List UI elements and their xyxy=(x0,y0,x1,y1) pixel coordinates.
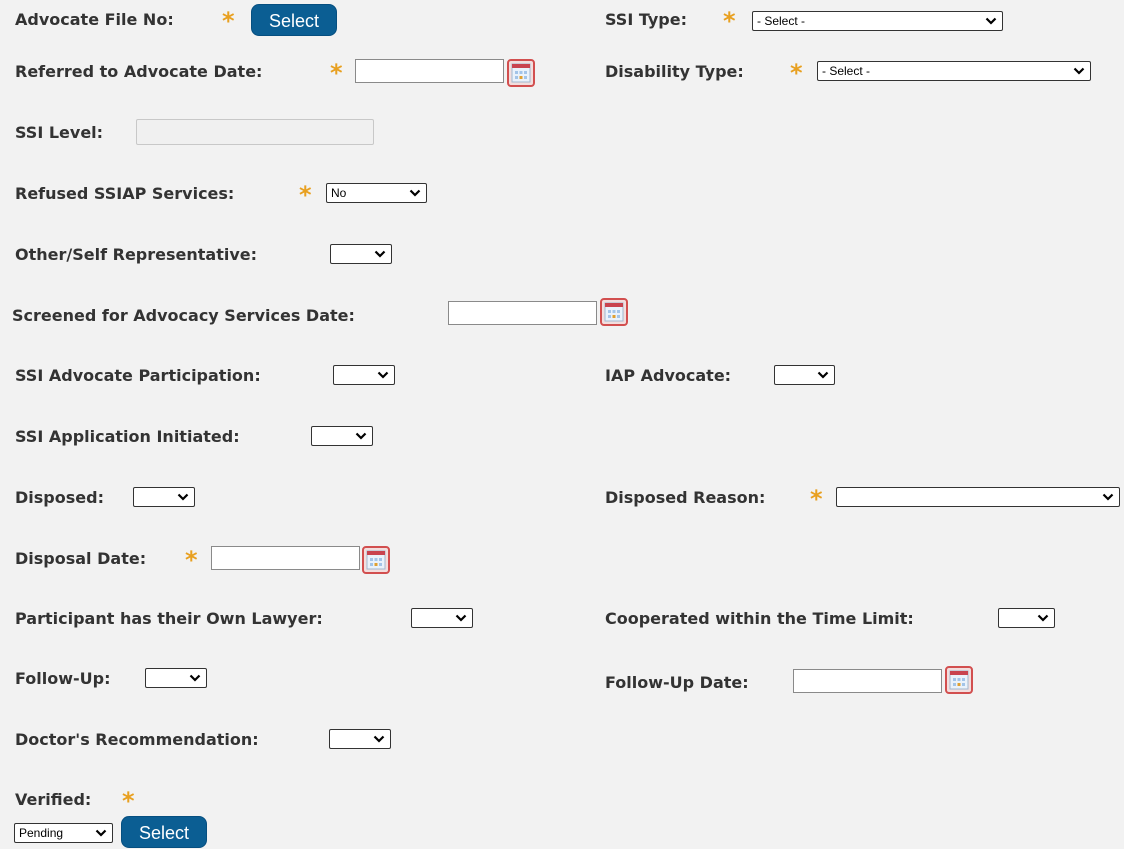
application-initiated-select[interactable] xyxy=(311,426,373,446)
disposed-label: Disposed: xyxy=(15,488,104,507)
chevron-down-icon xyxy=(817,371,829,379)
disposal-date-input[interactable] xyxy=(211,546,360,570)
referred-date-label: Referred to Advocate Date: xyxy=(15,62,263,81)
disposed-reason-label: Disposed Reason: xyxy=(605,488,766,507)
calendar-icon[interactable] xyxy=(600,298,628,326)
screened-date-label: Screened for Advocacy Services Date: xyxy=(12,306,355,325)
chevron-down-icon xyxy=(377,371,389,379)
ssi-type-select[interactable]: - Select - xyxy=(752,11,1003,31)
required-asterisk: * xyxy=(810,485,823,513)
disposed-reason-select[interactable] xyxy=(836,487,1120,507)
cooperated-label: Cooperated within the Time Limit: xyxy=(605,609,914,628)
required-asterisk: * xyxy=(222,7,235,35)
disability-type-value: - Select - xyxy=(822,64,871,78)
refused-services-label: Refused SSIAP Services: xyxy=(15,184,235,203)
disability-type-label: Disability Type: xyxy=(605,62,744,81)
required-asterisk: * xyxy=(185,546,198,574)
disposed-select[interactable] xyxy=(133,487,195,507)
follow-up-date-input[interactable] xyxy=(793,669,942,693)
follow-up-date-label: Follow-Up Date: xyxy=(605,673,749,692)
chevron-down-icon xyxy=(1102,493,1114,501)
doctor-rec-label: Doctor's Recommendation: xyxy=(15,730,259,749)
calendar-icon[interactable] xyxy=(362,546,390,574)
follow-up-label: Follow-Up: xyxy=(15,669,111,688)
iap-advocate-label: IAP Advocate: xyxy=(605,366,732,385)
own-lawyer-label: Participant has their Own Lawyer: xyxy=(15,609,323,628)
verified-label: Verified: xyxy=(15,790,92,809)
other-self-rep-select[interactable] xyxy=(330,244,392,264)
calendar-icon[interactable] xyxy=(945,666,973,694)
chevron-down-icon xyxy=(95,829,107,837)
disability-type-select[interactable]: - Select - xyxy=(817,61,1091,81)
ssi-type-label: SSI Type: xyxy=(605,10,687,29)
chevron-down-icon xyxy=(409,189,421,197)
chevron-down-icon xyxy=(189,674,201,682)
chevron-down-icon xyxy=(177,493,189,501)
required-asterisk: * xyxy=(790,59,803,87)
verified-value: Pending xyxy=(19,826,64,840)
chevron-down-icon xyxy=(455,614,467,622)
own-lawyer-select[interactable] xyxy=(411,608,473,628)
ssi-type-value: - Select - xyxy=(757,14,806,28)
refused-services-value: No xyxy=(331,186,347,200)
application-initiated-label: SSI Application Initiated: xyxy=(15,427,240,446)
disposal-date-label: Disposal Date: xyxy=(15,549,147,568)
ssi-level-label: SSI Level: xyxy=(15,123,104,142)
chevron-down-icon xyxy=(1037,614,1049,622)
required-asterisk: * xyxy=(122,787,135,815)
chevron-down-icon xyxy=(374,250,386,258)
verified-select[interactable]: Pending xyxy=(14,823,113,843)
doctor-rec-select[interactable] xyxy=(329,729,391,749)
cooperated-select[interactable] xyxy=(998,608,1055,628)
chevron-down-icon xyxy=(1073,67,1085,75)
required-asterisk: * xyxy=(299,181,312,209)
referred-date-input[interactable] xyxy=(355,59,504,83)
required-asterisk: * xyxy=(723,7,736,35)
other-self-rep-label: Other/Self Representative: xyxy=(15,245,258,264)
follow-up-select[interactable] xyxy=(145,668,207,688)
screened-date-input[interactable] xyxy=(448,301,597,325)
verified-select-button[interactable]: Select xyxy=(121,816,207,848)
chevron-down-icon xyxy=(373,735,385,743)
advocate-participation-select[interactable] xyxy=(333,365,395,385)
advocate-participation-label: SSI Advocate Participation: xyxy=(15,366,261,385)
iap-advocate-select[interactable] xyxy=(774,365,835,385)
chevron-down-icon xyxy=(985,17,997,25)
calendar-icon[interactable] xyxy=(507,59,535,87)
advocate-file-no-label: Advocate File No: xyxy=(15,10,174,29)
advocate-file-select-button[interactable]: Select xyxy=(251,4,337,36)
refused-services-select[interactable]: No xyxy=(326,183,427,203)
required-asterisk: * xyxy=(330,59,343,87)
chevron-down-icon xyxy=(355,432,367,440)
ssi-level-input xyxy=(136,119,374,145)
